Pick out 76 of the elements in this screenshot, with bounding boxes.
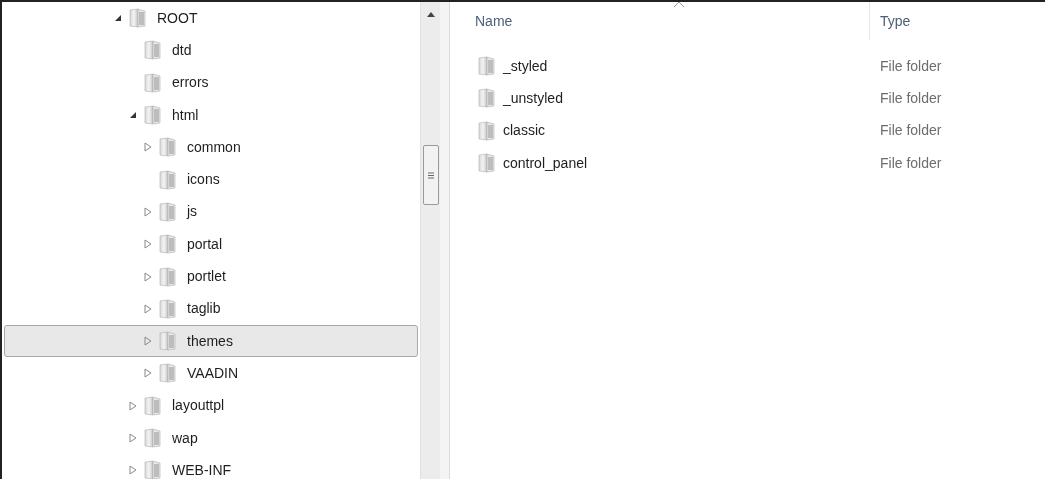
folder-icon — [159, 201, 177, 222]
folder-name: themes — [187, 331, 233, 351]
folder-icon — [159, 169, 177, 190]
expanded-arrow-icon[interactable] — [129, 111, 137, 120]
tree-item[interactable]: VAADIN — [4, 357, 418, 390]
grip-icon — [427, 171, 434, 179]
type-cell-text: File folder — [879, 56, 942, 76]
scroll-up-icon[interactable] — [426, 12, 435, 17]
folder-icon — [144, 428, 162, 448]
tree-item[interactable]: ROOT — [4, 2, 418, 35]
folder-name: layouttpl — [172, 396, 225, 416]
folder-icon — [478, 88, 496, 109]
scroll-thumb[interactable] — [422, 145, 439, 205]
tree-item[interactable]: html — [4, 98, 418, 132]
tree-item[interactable]: common — [4, 131, 418, 164]
folder-name: icons — [187, 170, 220, 190]
folder-icon — [144, 105, 162, 126]
folder-name[interactable]: _styled — [503, 55, 548, 77]
folder-icon — [478, 153, 496, 174]
folder-icon — [159, 331, 177, 352]
collapsed-arrow-icon[interactable] — [129, 465, 137, 476]
collapsed-arrow-icon[interactable] — [144, 303, 152, 314]
folder-icon — [144, 395, 162, 416]
tree-item[interactable]: portal — [4, 228, 418, 261]
collapsed-arrow-icon[interactable] — [144, 271, 152, 282]
folder-name[interactable]: _unstyled — [503, 87, 563, 109]
expanded-arrow-icon[interactable] — [114, 14, 122, 23]
folder-name: html — [172, 105, 199, 125]
folder-icon — [478, 120, 496, 141]
folder-name: portlet — [187, 267, 226, 286]
collapsed-arrow-icon[interactable] — [144, 206, 152, 217]
tree-item[interactable]: layouttpl — [4, 389, 418, 422]
folder-icon — [159, 298, 177, 319]
folder-name: ROOT — [157, 8, 198, 28]
folder-name: common — [187, 137, 241, 157]
collapsed-arrow-icon[interactable] — [144, 239, 152, 250]
collapsed-arrow-icon[interactable] — [144, 336, 152, 347]
folder-name[interactable]: classic — [503, 120, 545, 142]
column-header[interactable]: Name — [450, 2, 870, 40]
folder-name[interactable]: control_panel — [503, 152, 588, 174]
folder-name: VAADIN — [187, 363, 239, 383]
collapsed-arrow-icon[interactable] — [144, 368, 152, 379]
folder-icon — [144, 40, 162, 61]
tree-item[interactable]: icons — [4, 163, 418, 196]
tree-item[interactable]: portlet — [4, 260, 418, 293]
folder-icon — [159, 137, 177, 158]
folder-icon — [129, 8, 147, 29]
type-cell-text: File folder — [879, 88, 942, 108]
folder-icon — [159, 234, 177, 255]
folder-name: js — [187, 202, 198, 222]
collapsed-arrow-icon[interactable] — [129, 400, 137, 411]
collapsed-arrow-icon[interactable] — [129, 433, 137, 443]
folder-name: wap — [172, 428, 198, 448]
tree-item[interactable]: errors — [4, 66, 418, 99]
folder-name: dtd — [172, 40, 192, 60]
collapsed-arrow-icon[interactable] — [144, 142, 152, 153]
type-cell-text: File folder — [879, 153, 942, 173]
sort-caret-icon — [674, 2, 684, 7]
folder-name: portal — [187, 234, 223, 254]
tree-item[interactable]: WEB-INF — [4, 454, 418, 479]
column-header[interactable]: Type — [870, 10, 911, 32]
folder-name: errors — [172, 73, 209, 93]
folder-name: taglib — [187, 299, 221, 319]
folder-icon — [159, 363, 177, 384]
folder-icon — [144, 460, 162, 479]
folder-icon — [159, 266, 177, 287]
scrollbar[interactable] — [420, 2, 440, 479]
tree-item[interactable]: dtd — [4, 34, 418, 67]
folder-name: WEB-INF — [172, 460, 232, 479]
tree-item[interactable]: wap — [4, 421, 418, 455]
folder-icon — [478, 56, 496, 77]
tree-item[interactable]: taglib — [4, 292, 418, 325]
type-cell-text: File folder — [879, 121, 942, 141]
tree-item[interactable]: themes — [4, 324, 418, 358]
tree-item[interactable]: js — [4, 195, 418, 229]
folder-icon — [144, 72, 162, 93]
